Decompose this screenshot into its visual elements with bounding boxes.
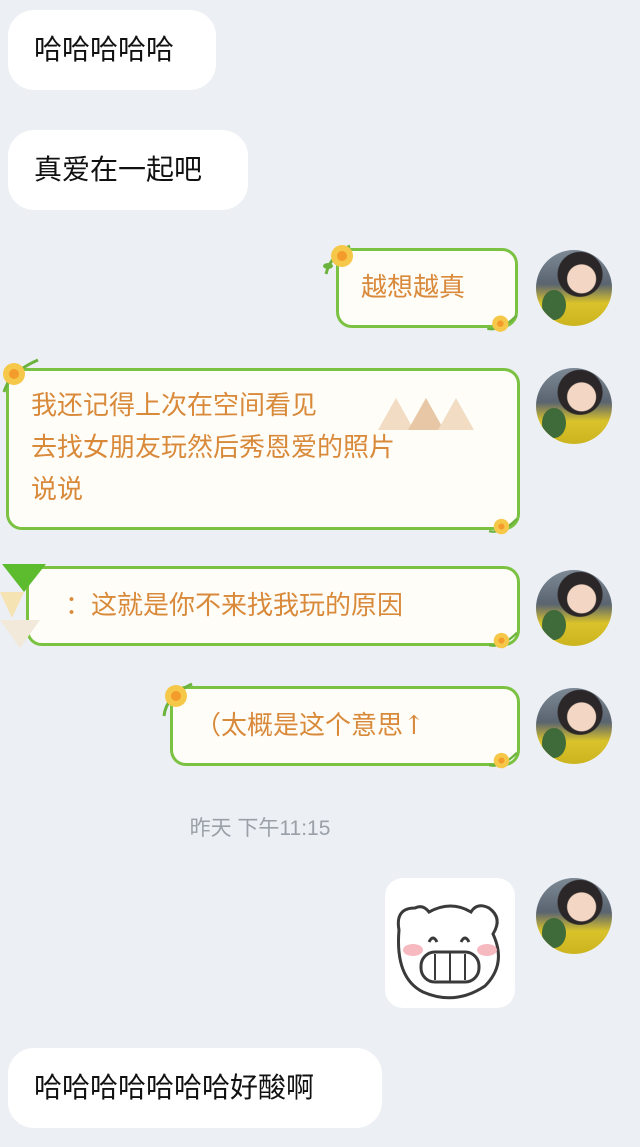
flower-decoration-icon xyxy=(323,244,353,275)
message-text-line: 去找女朋友玩然后秀恩爱的照片 xyxy=(31,433,396,463)
received-message-bubble[interactable]: 哈哈哈哈哈 xyxy=(8,10,216,90)
triangle-decoration-icon xyxy=(378,398,474,430)
message-text: （太概是这个意思↑ xyxy=(195,711,425,741)
sent-message-bubble[interactable]: ：这就是你不来找我玩的原因 xyxy=(26,566,520,646)
avatar[interactable] xyxy=(536,570,612,646)
message-text: 哈哈哈哈哈 xyxy=(34,33,175,66)
received-message-bubble[interactable]: 哈哈哈哈哈哈哈好酸啊 xyxy=(8,1048,382,1128)
sent-message-bubble[interactable]: （太概是这个意思↑ xyxy=(170,686,520,766)
timestamp: 昨天 下午11:15 xyxy=(189,817,331,840)
sticker-message[interactable] xyxy=(385,878,515,1008)
triangle-decoration-icon xyxy=(0,564,46,648)
received-message-bubble[interactable]: 真爱在一起吧 xyxy=(8,130,248,210)
flower-decoration-icon xyxy=(162,682,193,717)
flower-decoration-icon xyxy=(488,631,518,649)
flower-decoration-icon xyxy=(2,358,39,393)
message-text: ：这就是你不来找我玩的原因 xyxy=(65,591,404,621)
sent-message-bubble[interactable]: 我还记得上次在空间看见 去找女朋友玩然后秀恩爱的照片 说说 xyxy=(6,368,520,530)
avatar[interactable] xyxy=(536,250,612,326)
avatar[interactable] xyxy=(536,368,612,444)
message-text: 真爱在一起吧 xyxy=(34,153,203,186)
grinning-pig-sticker-icon xyxy=(396,904,500,1000)
message-text: 哈哈哈哈哈哈哈好酸啊 xyxy=(34,1071,315,1104)
avatar[interactable] xyxy=(536,688,612,764)
message-text: 越想越真 xyxy=(361,273,466,303)
flower-decoration-icon xyxy=(488,517,518,535)
flower-decoration-icon xyxy=(488,751,518,769)
flower-decoration-icon xyxy=(486,314,518,332)
avatar[interactable] xyxy=(536,878,612,954)
message-text-line: 说说 xyxy=(31,475,84,505)
